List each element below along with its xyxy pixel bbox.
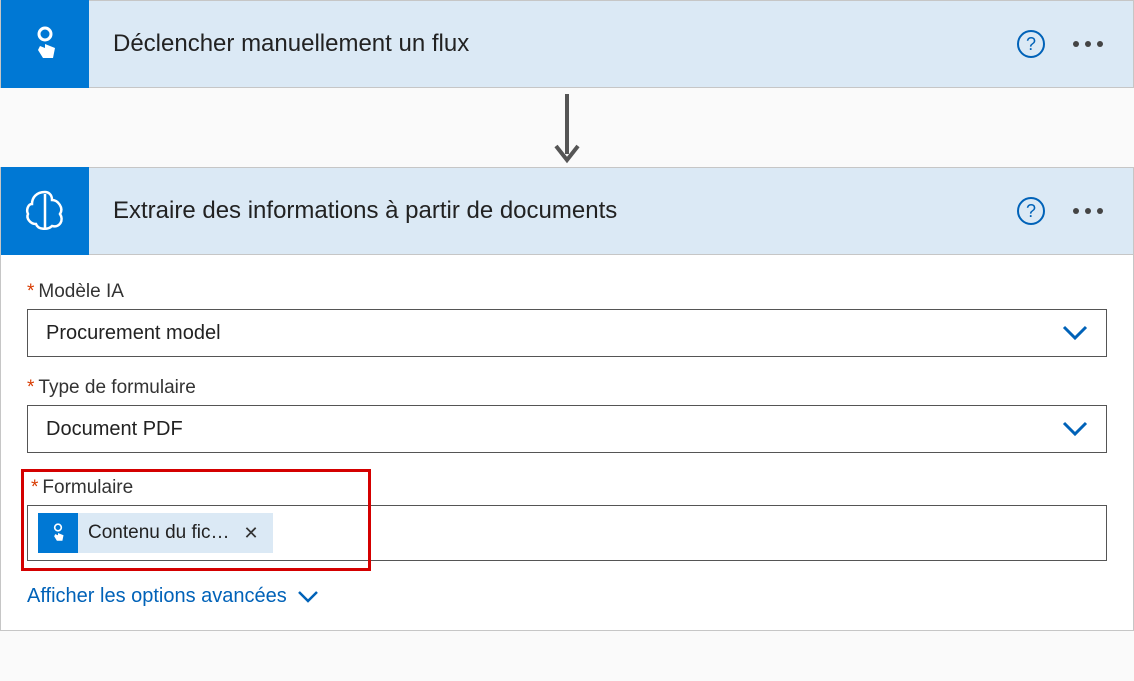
action-icon	[1, 167, 89, 255]
more-menu-button[interactable]	[1073, 41, 1103, 47]
form-type-select-value: Document PDF	[46, 418, 183, 441]
form-input[interactable]: Contenu du fic… ✕	[27, 505, 1107, 561]
chevron-down-icon	[1062, 324, 1088, 342]
field-model: *Modèle IA Procurement model	[27, 281, 1107, 357]
chevron-down-icon	[1062, 420, 1088, 438]
token-remove-button[interactable]: ✕	[240, 523, 263, 544]
required-indicator: *	[31, 477, 38, 498]
help-icon[interactable]: ?	[1017, 197, 1045, 225]
hand-tap-icon	[38, 513, 78, 553]
required-indicator: *	[27, 377, 34, 398]
required-indicator: *	[27, 281, 34, 302]
field-label-model: *Modèle IA	[27, 281, 1107, 303]
field-form-type: *Type de formulaire Document PDF	[27, 377, 1107, 453]
form-type-select[interactable]: Document PDF	[27, 405, 1107, 453]
brain-icon	[22, 188, 68, 234]
more-menu-button[interactable]	[1073, 208, 1103, 214]
field-label-form-type: *Type de formulaire	[27, 377, 1107, 399]
flow-arrow-connector	[0, 88, 1134, 167]
trigger-title: Déclencher manuellement un flux	[89, 30, 1017, 58]
action-card-body: *Modèle IA Procurement model *Type de fo…	[0, 255, 1134, 631]
trigger-card[interactable]: Déclencher manuellement un flux ?	[0, 0, 1134, 88]
token-label: Contenu du fic…	[88, 522, 230, 544]
field-form: Contenu du fic… ✕ *Formulaire	[27, 473, 1107, 561]
model-select-value: Procurement model	[46, 322, 221, 345]
show-advanced-options-link[interactable]: Afficher les options avancées	[27, 585, 319, 608]
hand-tap-icon	[25, 24, 65, 64]
file-content-token[interactable]: Contenu du fic… ✕	[38, 513, 273, 553]
action-title: Extraire des informations à partir de do…	[89, 197, 1017, 225]
action-card-header[interactable]: Extraire des informations à partir de do…	[0, 167, 1134, 255]
trigger-icon	[1, 0, 89, 88]
help-icon[interactable]: ?	[1017, 30, 1045, 58]
model-select[interactable]: Procurement model	[27, 309, 1107, 357]
field-label-form: *Formulaire	[31, 477, 133, 499]
advanced-link-label: Afficher les options avancées	[27, 585, 287, 608]
arrow-down-icon	[552, 92, 582, 167]
chevron-down-icon	[297, 590, 319, 604]
